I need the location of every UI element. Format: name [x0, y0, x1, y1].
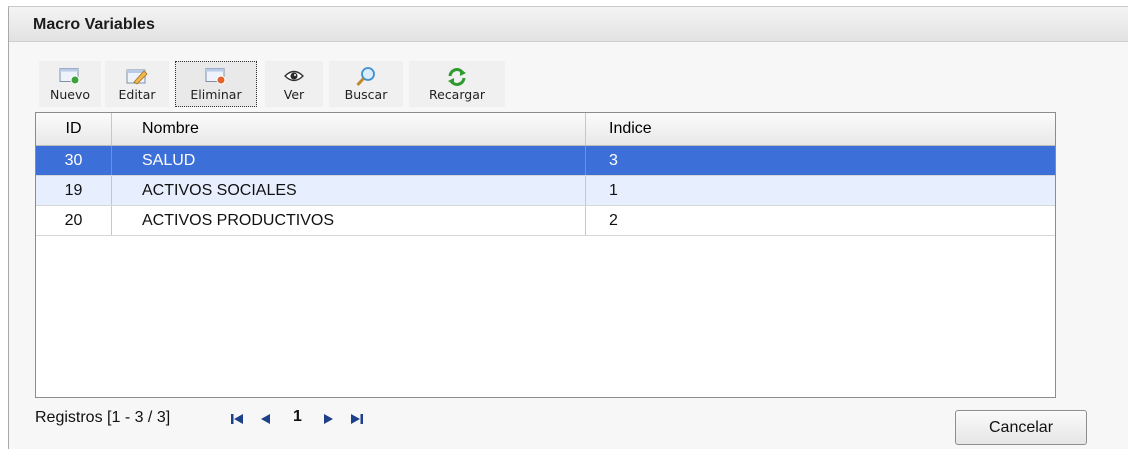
- cancel-button[interactable]: Cancelar: [955, 410, 1087, 445]
- dialog-titlebar: Macro Variables: [9, 7, 1128, 42]
- cell-nombre: SALUD: [112, 146, 586, 175]
- cell-id: 20: [36, 206, 112, 235]
- view-label: Ver: [283, 87, 305, 102]
- column-header-indice[interactable]: Indice: [586, 113, 1055, 145]
- edit-button[interactable]: Editar: [105, 61, 169, 107]
- dialog-title: Macro Variables: [33, 16, 155, 33]
- next-page-icon[interactable]: [321, 411, 337, 427]
- search-button[interactable]: Buscar: [329, 61, 403, 107]
- column-header-nombre[interactable]: Nombre: [112, 113, 586, 145]
- view-button[interactable]: Ver: [265, 61, 323, 107]
- cell-indice: 1: [609, 181, 618, 199]
- cell-nombre: ACTIVOS PRODUCTIVOS: [112, 206, 586, 235]
- reload-label: Recargar: [429, 87, 485, 102]
- delete-button[interactable]: Eliminar: [175, 61, 257, 107]
- records-count: Registros [1 - 3 / 3]: [35, 409, 171, 426]
- first-page-icon[interactable]: [229, 411, 245, 427]
- table-row[interactable]: 20 ACTIVOS PRODUCTIVOS 2: [36, 206, 1055, 236]
- search-label: Buscar: [344, 87, 388, 102]
- current-page: 1: [293, 408, 302, 425]
- eye-icon: [284, 70, 304, 82]
- cell-nombre: ACTIVOS SOCIALES: [112, 176, 586, 205]
- last-page-icon[interactable]: [349, 411, 365, 427]
- cell-indice: 3: [609, 151, 618, 169]
- macro-variables-grid: ID Nombre Indice 30 SALUD 3 19 ACTIVOS S…: [35, 112, 1056, 398]
- reload-button[interactable]: Recargar: [409, 61, 505, 107]
- edit-icon: [126, 69, 148, 85]
- column-header-id[interactable]: ID: [36, 113, 112, 145]
- search-icon: [356, 67, 375, 87]
- new-icon: [59, 68, 80, 85]
- new-button[interactable]: Nuevo: [39, 61, 101, 107]
- cell-id: 19: [36, 176, 112, 205]
- delete-label: Eliminar: [190, 87, 242, 102]
- reload-icon: [448, 68, 466, 86]
- table-row[interactable]: 19 ACTIVOS SOCIALES 1: [36, 176, 1055, 206]
- prev-page-icon[interactable]: [257, 411, 273, 427]
- delete-icon: [205, 68, 226, 85]
- cell-id: 30: [36, 146, 112, 175]
- macro-variables-dialog: Macro Variables Nuevo Editar Eliminar Ve…: [8, 6, 1128, 449]
- grid-header: ID Nombre Indice: [36, 113, 1055, 146]
- edit-label: Editar: [118, 87, 156, 102]
- cell-indice: 2: [609, 211, 618, 229]
- new-label: Nuevo: [49, 87, 90, 102]
- table-row[interactable]: 30 SALUD 3: [36, 146, 1055, 176]
